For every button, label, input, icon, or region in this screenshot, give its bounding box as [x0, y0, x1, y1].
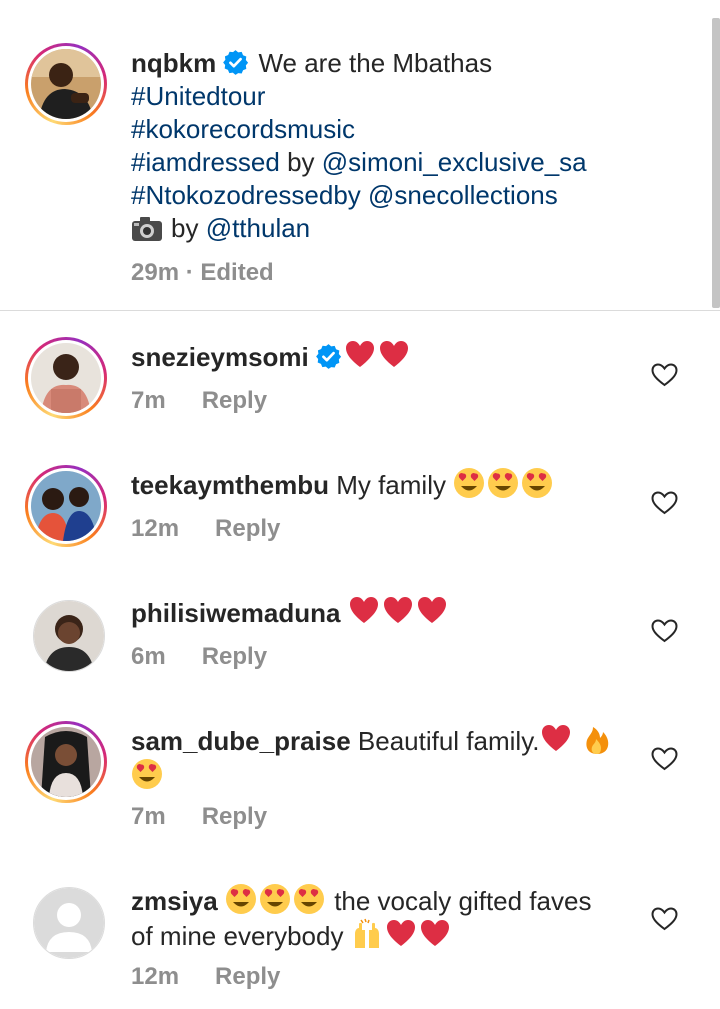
comment-body: the vocaly gifted faves: [326, 886, 592, 916]
comment-meta: 7m Reply: [131, 387, 267, 415]
hashtag-unitedtour[interactable]: #Unitedtour: [131, 80, 587, 113]
comment-meta: 12m Reply: [131, 515, 280, 543]
heart-eyes-emoji-icon: [293, 884, 324, 914]
comment-time: 12m: [131, 963, 180, 990]
comment-meta: 7m Reply: [131, 803, 267, 831]
heart-emoji-icon: [345, 341, 374, 367]
verified-badge-icon: [315, 344, 341, 369]
caption-meta: 29m · Edited: [131, 259, 274, 287]
caption-first-line-text: We are the Mbathas: [251, 48, 493, 78]
heart-emoji-icon: [383, 597, 412, 623]
reply-button[interactable]: Reply: [202, 803, 267, 830]
mention-snecollections[interactable]: @snecollections: [361, 180, 558, 210]
heart-eyes-emoji-icon: [132, 759, 162, 789]
heart-emoji-icon: [349, 597, 378, 623]
mention-tthulan[interactable]: @tthulan: [206, 213, 310, 243]
comment-text: teekaymthembu My family: [131, 467, 555, 502]
comment-time: 12m: [131, 515, 180, 542]
comment-line-1: sam_dube_praise Beautiful family.: [131, 723, 615, 758]
caption-by-text: by: [279, 147, 322, 177]
comment-text: zmsiya the vocaly gifted faves of mine ev…: [131, 883, 591, 953]
comment-username[interactable]: snezieymsomi: [131, 342, 309, 372]
caption-line-1: nqbkm We are the Mbathas: [131, 47, 587, 80]
raising-hands-emoji-icon: [354, 918, 379, 948]
mention-simoni[interactable]: @simoni_exclusive_sa: [322, 147, 587, 177]
reply-button[interactable]: Reply: [202, 387, 267, 414]
like-outline-icon[interactable]: [651, 907, 678, 931]
comment-line-2: [131, 758, 615, 793]
comment-time: 6m: [131, 643, 166, 670]
comments-screen: nqbkm We are the Mbathas #Unitedtour #ko…: [0, 0, 720, 1009]
caption-photo-by: by: [171, 213, 206, 243]
reply-button[interactable]: Reply: [202, 643, 267, 670]
caption-time: 29m: [131, 259, 180, 286]
comment-body-cont: of mine everybody: [131, 921, 351, 951]
post-caption: nqbkm We are the Mbathas #Unitedtour #ko…: [0, 0, 720, 311]
caption-line-5: #Ntokozodressedby @snecollections: [131, 179, 587, 212]
heart-eyes-emoji-icon: [259, 884, 290, 914]
comment-body: Beautiful family.: [350, 726, 540, 756]
caption-username[interactable]: nqbkm: [131, 48, 216, 78]
comment-username[interactable]: philisiwemaduna: [131, 598, 341, 628]
reply-button[interactable]: Reply: [215, 515, 280, 542]
comment-text: snezieymsomi: [131, 339, 412, 374]
comment-body: My family: [328, 470, 454, 500]
fire-emoji-icon: [586, 727, 608, 754]
comment-username[interactable]: sam_dube_praise: [131, 726, 351, 756]
like-outline-icon[interactable]: [651, 619, 678, 643]
heart-emoji-icon: [420, 920, 449, 946]
caption-text: nqbkm We are the Mbathas #Unitedtour #ko…: [131, 47, 587, 245]
heart-emoji-icon: [417, 597, 446, 623]
hashtag-kokorecordsmusic[interactable]: #kokorecordsmusic: [131, 113, 587, 146]
comment-avatar[interactable]: [33, 600, 105, 672]
like-outline-icon[interactable]: [651, 363, 678, 387]
comment-username[interactable]: zmsiya: [131, 886, 218, 916]
comment-text: sam_dube_praise Beautiful family.: [131, 723, 615, 793]
comment-avatar[interactable]: [25, 721, 107, 803]
caption-line-4: #iamdressed by @simoni_exclusive_sa: [131, 146, 587, 179]
comment-avatar[interactable]: [25, 465, 107, 547]
comment-username[interactable]: teekaymthembu: [131, 470, 329, 500]
heart-emoji-icon: [379, 341, 408, 367]
comment-avatar-default[interactable]: [33, 887, 105, 959]
hashtag-ntokozodressedby[interactable]: #Ntokozodressedby: [131, 180, 361, 210]
caption-line-6: by @tthulan: [131, 212, 587, 245]
like-outline-icon[interactable]: [651, 747, 678, 771]
heart-eyes-emoji-icon: [488, 468, 519, 498]
comment-line-2: of mine everybody: [131, 918, 591, 953]
hashtag-iamdressed[interactable]: #iamdressed: [131, 147, 280, 177]
like-outline-icon[interactable]: [651, 491, 678, 515]
camera-emoji-icon: [132, 217, 162, 241]
comment-line-1: zmsiya the vocaly gifted faves: [131, 883, 591, 918]
heart-eyes-emoji-icon: [522, 468, 553, 498]
caption-edited: · Edited: [179, 259, 274, 286]
verified-badge-icon: [223, 50, 249, 75]
heart-emoji-icon: [386, 920, 415, 946]
heart-emoji-icon: [541, 725, 570, 751]
caption-author-avatar[interactable]: [25, 43, 107, 125]
heart-eyes-emoji-icon: [454, 468, 485, 498]
comment-text: philisiwemaduna: [131, 595, 450, 630]
comment-avatar[interactable]: [25, 337, 107, 419]
comment-time: 7m: [131, 803, 166, 830]
comment-meta: 12m Reply: [131, 963, 280, 991]
comment-meta: 6m Reply: [131, 643, 267, 671]
reply-button[interactable]: Reply: [215, 963, 280, 990]
heart-eyes-emoji-icon: [225, 884, 256, 914]
comment-time: 7m: [131, 387, 166, 414]
